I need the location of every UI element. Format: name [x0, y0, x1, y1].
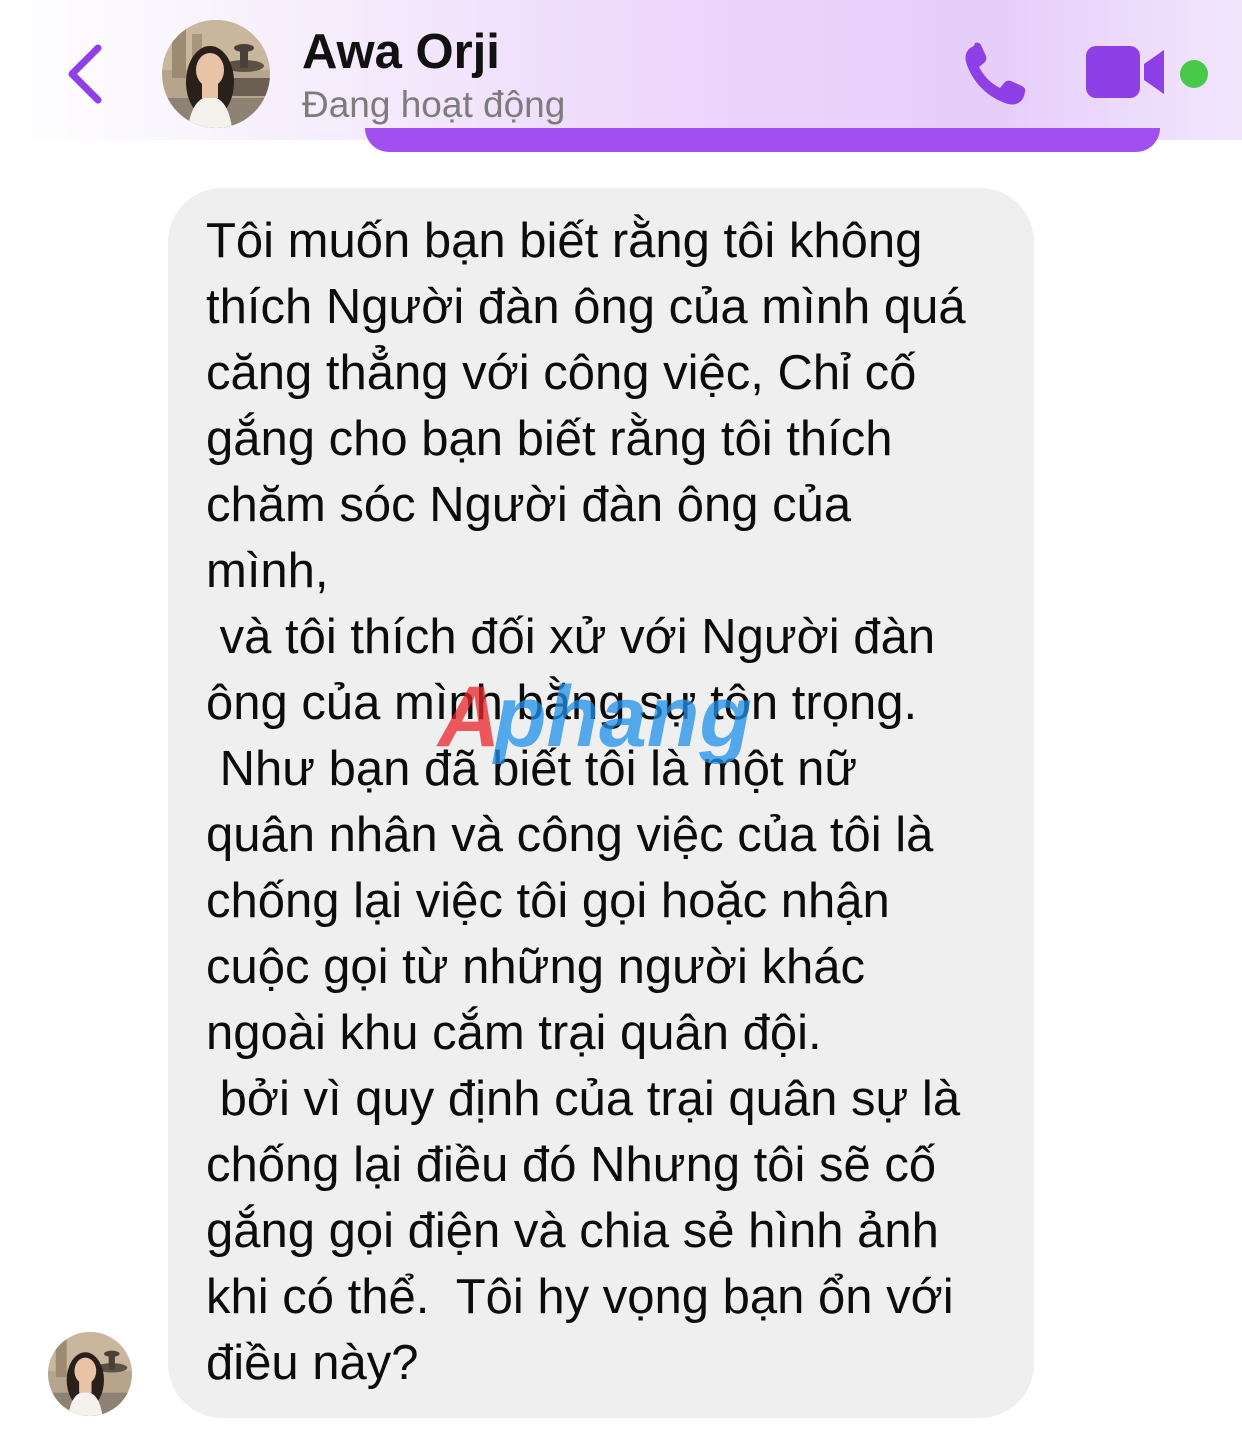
online-status-dot — [1180, 60, 1208, 88]
phone-icon — [965, 42, 1026, 105]
voice-call-button[interactable] — [960, 40, 1032, 108]
received-message-bubble[interactable]: Tôi muốn bạn biết rằng tôi không thích N… — [168, 188, 1034, 1418]
message-text: Tôi muốn bạn biết rằng tôi không thích N… — [206, 214, 966, 1390]
video-camera-icon — [1086, 46, 1164, 98]
contact-avatar[interactable] — [162, 20, 270, 128]
header-accent-strip — [365, 128, 1160, 152]
chat-screen: Awa Orji Đang hoạt động Tôi muốn bạn biế… — [0, 0, 1242, 1436]
chevron-left-icon — [68, 44, 102, 104]
contact-name[interactable]: Awa Orji — [302, 24, 500, 80]
sender-avatar[interactable] — [48, 1332, 132, 1416]
video-call-button[interactable] — [1084, 42, 1168, 102]
back-button[interactable] — [58, 38, 118, 110]
active-status: Đang hoạt động — [302, 84, 566, 125]
